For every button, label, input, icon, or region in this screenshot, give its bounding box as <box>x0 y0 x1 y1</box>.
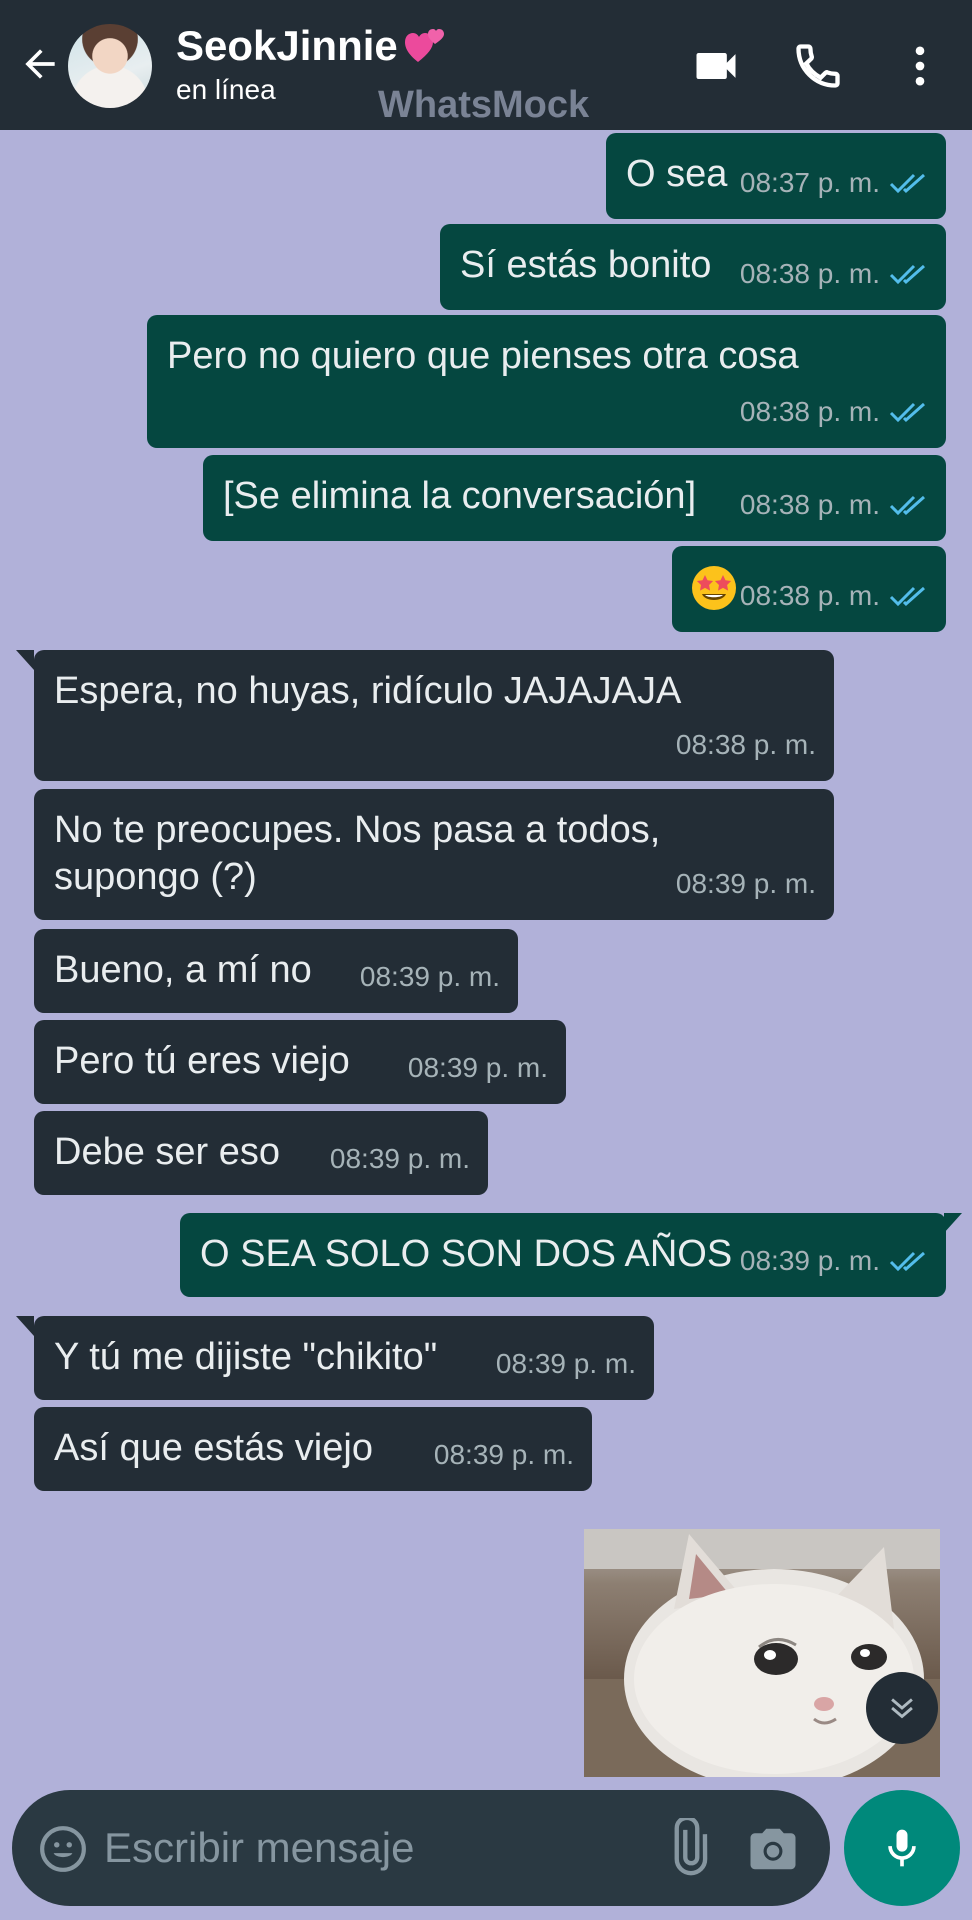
message-input[interactable] <box>104 1820 624 1876</box>
double-chevron-down-icon <box>891 1698 913 1719</box>
message-incoming[interactable]: Espera, no huyas, ridículo JAJAJAJA 08:3… <box>34 650 834 781</box>
message-text: Así que estás viejo <box>54 1427 373 1469</box>
message-time: 08:39 p. m. <box>359 961 500 992</box>
message-text: No te preocupes. Nos pasa a todos, <box>54 809 661 851</box>
message-outgoing[interactable]: 08:38 p. m. <box>672 546 946 632</box>
microphone-icon <box>888 1829 916 1867</box>
bubble-tail <box>16 650 34 670</box>
message-incoming[interactable]: No te preocupes. Nos pasa a todos, supon… <box>34 789 834 920</box>
message-text-line2: supongo (?) <box>54 856 257 898</box>
scroll-down-button[interactable] <box>866 1672 938 1744</box>
message-text: O sea <box>626 153 728 195</box>
read-ticks-icon <box>889 402 925 423</box>
paperclip-icon[interactable] <box>658 1818 716 1876</box>
phone-icon[interactable] <box>792 40 844 92</box>
message-time: 08:39 p. m. <box>407 1052 548 1083</box>
contact-status: en línea <box>176 74 276 105</box>
video-call-icon[interactable] <box>690 40 742 92</box>
message-time: 08:38 p. m. <box>675 729 816 760</box>
read-ticks-icon <box>889 586 925 607</box>
message-time: 08:38 p. m. <box>739 580 880 611</box>
bubble-tail <box>944 1213 962 1233</box>
message-outgoing[interactable]: Pero no quiero que pienses otra cosa 08:… <box>147 315 946 448</box>
message-text: Sí estás bonito <box>460 244 712 286</box>
message-text: Pero no quiero que pienses otra cosa <box>167 335 799 377</box>
message-time: 08:38 p. m. <box>739 396 880 427</box>
message-text: O SEA SOLO SON DOS AÑOS <box>200 1233 733 1275</box>
message-time: 08:38 p. m. <box>739 258 880 289</box>
message-incoming[interactable]: Y tú me dijiste "chikito" 08:39 p. m. <box>34 1316 654 1400</box>
message-incoming[interactable]: Pero tú eres viejo 08:39 p. m. <box>34 1020 566 1104</box>
message-time: 08:39 p. m. <box>495 1348 636 1379</box>
message-outgoing[interactable]: O SEA SOLO SON DOS AÑOS 08:39 p. m. <box>180 1213 946 1297</box>
message-time: 08:39 p. m. <box>329 1143 470 1174</box>
bubble-tail <box>16 1316 34 1336</box>
message-text: Y tú me dijiste "chikito" <box>54 1336 438 1378</box>
message-text: Espera, no huyas, ridículo JAJAJAJA <box>54 670 682 712</box>
message-time: 08:39 p. m. <box>739 1245 880 1276</box>
message-time: 08:39 p. m. <box>675 868 816 899</box>
message-time: 08:38 p. m. <box>739 489 880 520</box>
watermark: WhatsMock <box>378 84 590 126</box>
message-outgoing[interactable]: [Se elimina la conversación] 08:38 p. m. <box>203 455 946 541</box>
message-text: Debe ser eso <box>54 1131 281 1173</box>
read-ticks-icon <box>889 1251 925 1272</box>
message-incoming[interactable]: Así que estás viejo 08:39 p. m. <box>34 1407 592 1491</box>
message-incoming[interactable]: Debe ser eso 08:39 p. m. <box>34 1111 488 1195</box>
camera-icon[interactable] <box>746 1822 800 1876</box>
message-time: 08:37 p. m. <box>739 167 880 198</box>
message-time: 08:39 p. m. <box>433 1439 574 1470</box>
emoji-icon[interactable] <box>38 1824 88 1874</box>
message-composer <box>12 1790 830 1906</box>
avatar[interactable] <box>68 24 152 108</box>
two-hearts-icon <box>404 29 444 62</box>
message-text: Pero tú eres viejo <box>54 1040 350 1082</box>
read-ticks-icon <box>889 264 925 285</box>
message-outgoing[interactable]: Sí estás bonito 08:38 p. m. <box>440 224 946 310</box>
mic-button[interactable] <box>844 1790 960 1906</box>
more-vert-icon[interactable] <box>894 40 946 92</box>
contact-name[interactable]: SeokJinnie <box>176 22 398 69</box>
read-ticks-icon <box>889 495 925 516</box>
star-struck-emoji <box>692 566 736 610</box>
message-incoming[interactable]: Bueno, a mí no 08:39 p. m. <box>34 929 518 1013</box>
arrow-left-icon[interactable] <box>18 42 62 86</box>
message-text: [Se elimina la conversación] <box>223 475 697 517</box>
message-text: Bueno, a mí no <box>54 949 312 991</box>
read-ticks-icon <box>889 173 925 194</box>
chat-header: SeokJinnie en línea WhatsMock <box>0 0 972 130</box>
message-outgoing[interactable]: O sea 08:37 p. m. <box>606 133 946 219</box>
